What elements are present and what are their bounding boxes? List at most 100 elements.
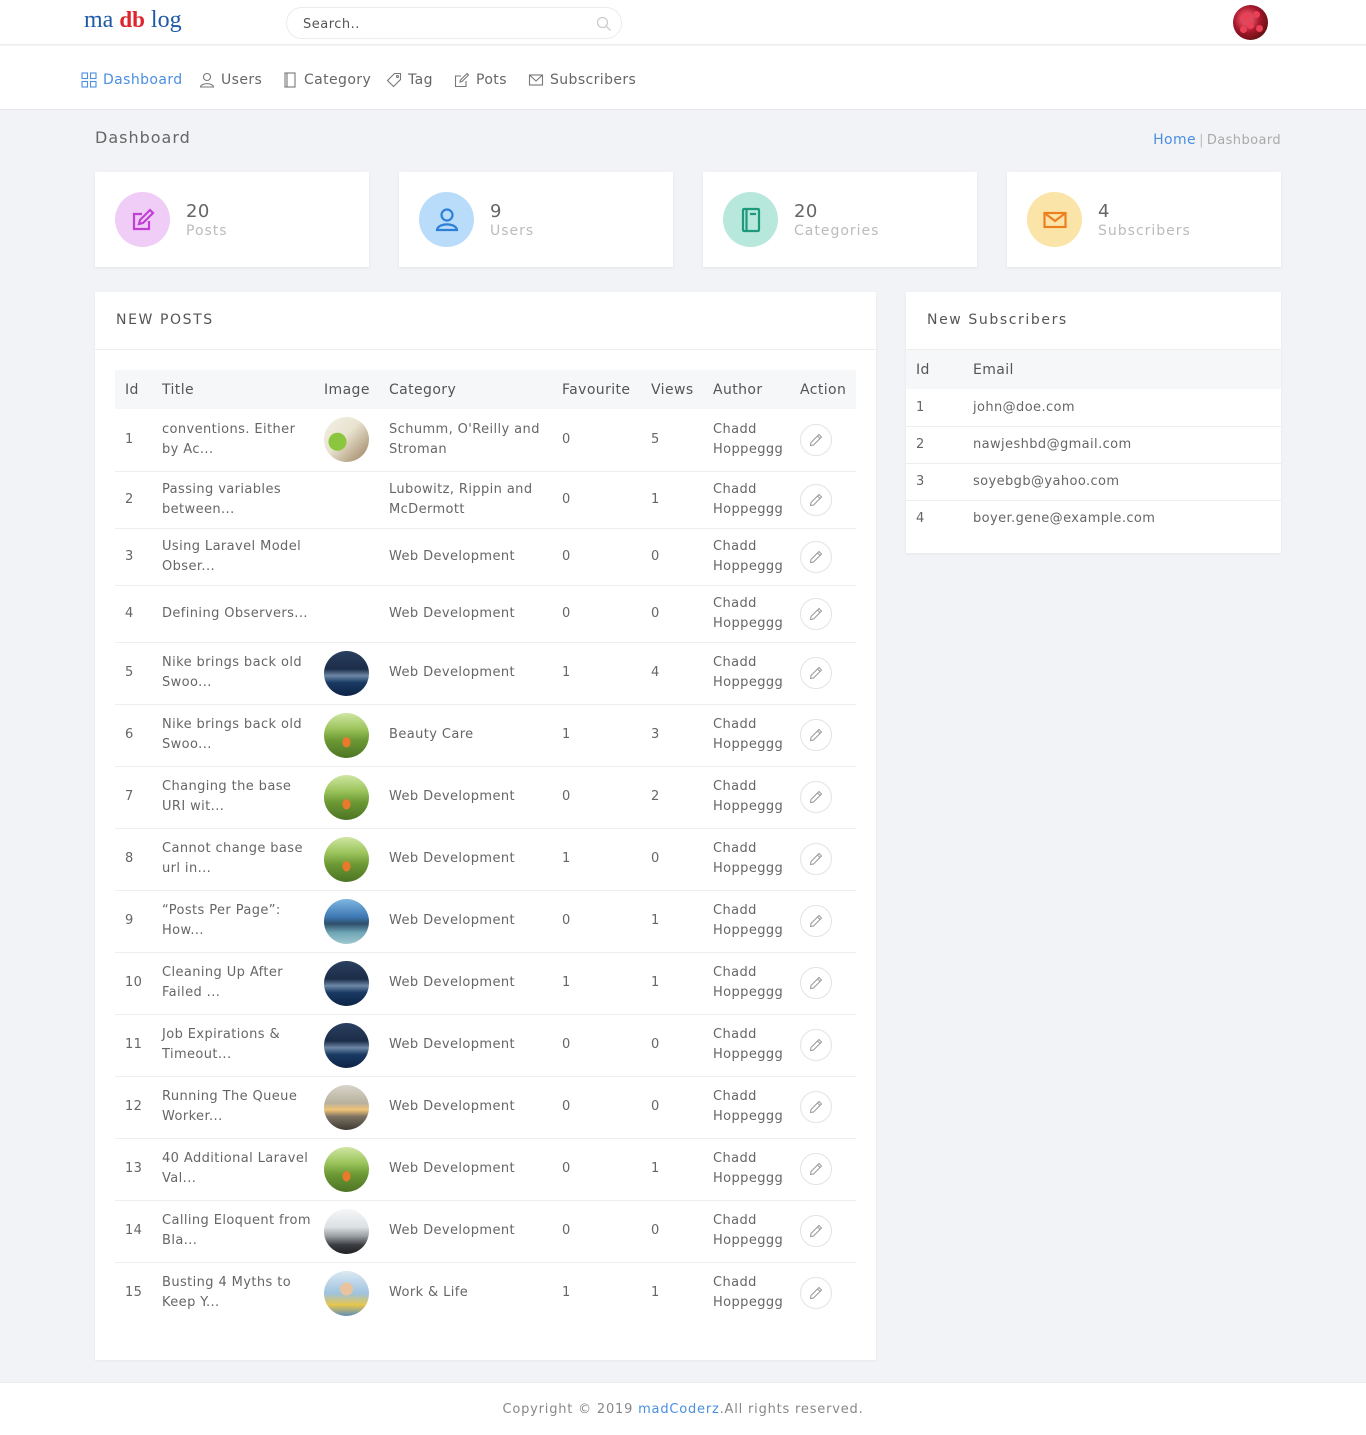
nav-users[interactable]: Users bbox=[199, 70, 262, 90]
col-header: Id bbox=[115, 370, 152, 409]
edit-post-button[interactable] bbox=[800, 597, 832, 630]
col-header: Views bbox=[641, 370, 703, 409]
post-views: 0 bbox=[641, 1200, 703, 1263]
user-avatar[interactable] bbox=[1233, 5, 1268, 40]
post-title: Cannot change base url in... bbox=[152, 828, 314, 891]
subscriber-id: 2 bbox=[906, 426, 963, 464]
post-image-cell bbox=[314, 704, 379, 767]
post-title: Defining Observers... bbox=[152, 585, 314, 643]
pencil-icon bbox=[809, 550, 823, 563]
nav-category-label: Category bbox=[304, 72, 372, 88]
edit-post-button[interactable] bbox=[800, 1215, 832, 1247]
edit-post-button[interactable] bbox=[800, 1091, 832, 1123]
table-row: 7 Changing the base URI wit... Web Develop… bbox=[115, 766, 856, 829]
pencil-icon bbox=[809, 976, 823, 990]
page-title: Dashboard bbox=[95, 128, 191, 147]
table-row: 9 “Posts Per Page”: How... Web Development… bbox=[115, 890, 856, 953]
new-posts-heading: NEW POSTS bbox=[95, 292, 876, 350]
post-title: Busting 4 Myths to Keep Y... bbox=[162, 1275, 292, 1311]
edit-post-button[interactable] bbox=[800, 781, 832, 813]
pencil-icon bbox=[809, 1100, 823, 1114]
post-thumbnail bbox=[324, 960, 369, 1006]
breadcrumb-home[interactable]: Home bbox=[1153, 132, 1196, 148]
table-row: 14 Calling Eloquent from Bla... Web Develo… bbox=[115, 1200, 856, 1263]
logo[interactable]: ma db log bbox=[84, 7, 182, 34]
nav-category[interactable]: Category bbox=[282, 70, 371, 90]
post-favourite: 0 bbox=[552, 471, 641, 529]
post-views: 0 bbox=[641, 828, 703, 891]
post-id: 14 bbox=[115, 1200, 152, 1263]
post-thumbnail bbox=[324, 417, 369, 463]
post-title: Calling Eloquent from Bla... bbox=[152, 1200, 314, 1263]
table-row: 13 40 Additional Laravel Val... Web Develo… bbox=[115, 1138, 856, 1201]
col-header: Category bbox=[379, 370, 552, 409]
edit-post-button[interactable] bbox=[800, 540, 832, 573]
post-id: 7 bbox=[115, 766, 152, 829]
subscriber-email: nawjeshbd@gmail.com bbox=[963, 426, 1281, 464]
grid-icon bbox=[81, 72, 97, 88]
edit-icon bbox=[454, 72, 470, 88]
post-action-cell bbox=[790, 766, 856, 829]
post-category: Web Development bbox=[379, 766, 552, 829]
col-header: Image bbox=[314, 370, 379, 409]
table-row: 10 Cleaning Up After Failed ... Web Develo… bbox=[115, 952, 856, 1015]
table-row: 1 conventions. Either by Ac... Schumm, O'R… bbox=[115, 409, 856, 472]
stat-posts-value: 20 bbox=[186, 201, 210, 222]
stat-card-users: 9 Users bbox=[399, 172, 673, 267]
edit-post-button[interactable] bbox=[800, 967, 832, 999]
post-id: 11 bbox=[115, 1014, 152, 1077]
post-image-cell bbox=[314, 471, 379, 529]
edit-post-button[interactable] bbox=[800, 905, 832, 937]
post-favourite: 0 bbox=[552, 890, 641, 953]
edit-post-button[interactable] bbox=[800, 483, 832, 516]
search-input[interactable] bbox=[303, 14, 583, 34]
table-row: 2 Passing variables between... Lubowitz, R… bbox=[115, 471, 856, 529]
post-title: Nike brings back old Swoo... bbox=[152, 642, 314, 705]
nav-dashboard[interactable]: Dashboard bbox=[81, 70, 183, 90]
nav-subscribers[interactable]: Subscribers bbox=[528, 70, 636, 90]
subscribers-icon-circle bbox=[1027, 192, 1082, 247]
footer: Copyright © 2019 madCoderz.All rights re… bbox=[0, 1382, 1366, 1435]
table-row: 12 Running The Queue Worker... Web Develop… bbox=[115, 1076, 856, 1139]
col-header: Email bbox=[963, 350, 1281, 389]
post-favourite: 0 bbox=[552, 1200, 641, 1263]
pencil-icon bbox=[809, 1224, 823, 1238]
post-id: 4 bbox=[115, 585, 152, 643]
stat-users-value: 9 bbox=[490, 201, 502, 222]
edit-post-button[interactable] bbox=[800, 423, 832, 456]
post-author: Chadd Hoppeggg bbox=[703, 1014, 790, 1077]
post-thumbnail bbox=[324, 1084, 369, 1130]
post-views: 0 bbox=[641, 585, 703, 643]
edit-post-button[interactable] bbox=[800, 1153, 832, 1185]
search-icon[interactable] bbox=[596, 16, 612, 32]
table-row: 3 Using Laravel Model Obser... Web Develop… bbox=[115, 528, 856, 586]
post-id: 15 bbox=[125, 1285, 143, 1301]
user-icon bbox=[435, 207, 458, 231]
post-title: Using Laravel Model Obser... bbox=[152, 528, 314, 586]
post-category: Web Development bbox=[379, 890, 552, 953]
edit-post-button[interactable] bbox=[800, 657, 832, 689]
stat-card-subscribers: 4 Subscribers bbox=[1007, 172, 1281, 267]
nav-pots[interactable]: Pots bbox=[454, 70, 507, 90]
edit-post-button[interactable] bbox=[800, 1277, 832, 1310]
stat-card-categories: 20 Categories bbox=[703, 172, 977, 267]
new-subscribers-card: New Subscribers Id Email 1 john@doe.com 2 n… bbox=[906, 292, 1281, 553]
post-title: Nike brings back old Swoo... bbox=[152, 704, 314, 767]
nav-tag[interactable]: Tag bbox=[386, 70, 433, 90]
post-favourite: 0 bbox=[552, 1138, 641, 1201]
table-row: 3 soyebgb@yahoo.com bbox=[906, 463, 1281, 501]
edit-post-button[interactable] bbox=[800, 1029, 832, 1061]
footer-brand-link[interactable]: madCoderz bbox=[638, 1402, 720, 1417]
subscriber-email: soyebgb@yahoo.com bbox=[963, 463, 1281, 501]
post-image-cell bbox=[314, 1200, 379, 1263]
table-header-row: Id Email bbox=[906, 350, 1281, 389]
post-thumbnail bbox=[324, 1208, 369, 1254]
post-id: 12 bbox=[115, 1076, 152, 1139]
post-action-cell bbox=[790, 471, 856, 529]
edit-post-button[interactable] bbox=[800, 719, 832, 751]
post-action-cell bbox=[790, 952, 856, 1015]
table-row: 4 Defining Observers... Web Development 0 0 C… bbox=[115, 585, 856, 643]
post-image-cell bbox=[314, 952, 379, 1015]
post-views: 3 bbox=[641, 704, 703, 767]
edit-post-button[interactable] bbox=[800, 843, 832, 875]
